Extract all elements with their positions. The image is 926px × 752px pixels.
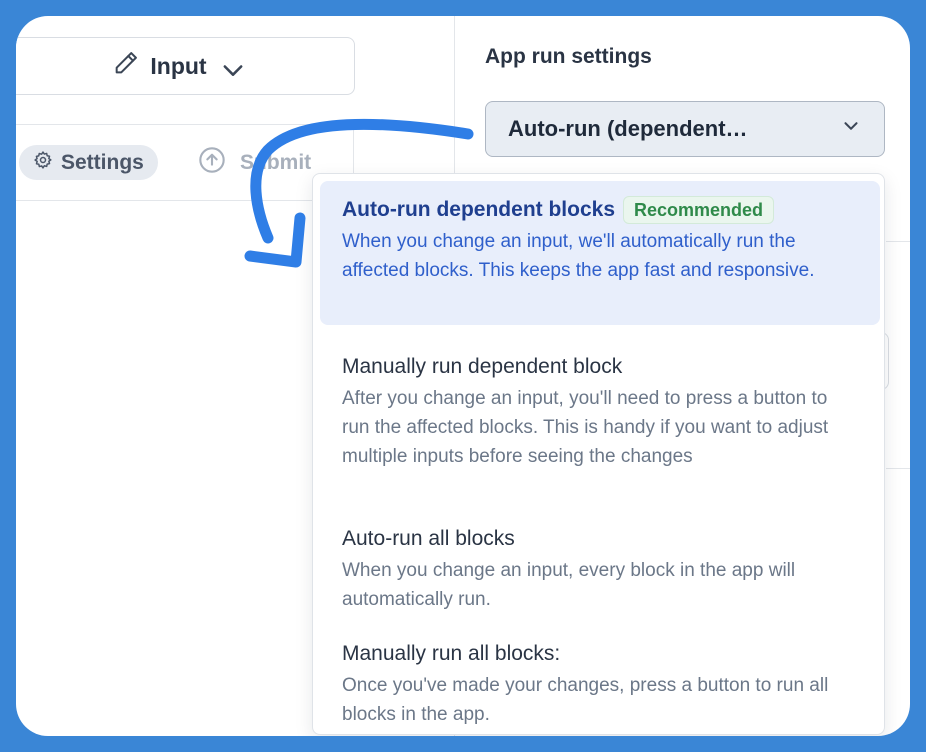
- chevron-down-icon: [840, 115, 862, 143]
- panel-title: App run settings: [485, 45, 652, 68]
- option-title: Auto-run all blocks: [342, 527, 515, 550]
- app-window: Input Settings Submit App run settings A: [16, 16, 910, 736]
- divider: [16, 200, 354, 201]
- tab-settings[interactable]: Settings: [19, 145, 158, 180]
- run-mode-select[interactable]: Auto-run (dependent…: [485, 101, 885, 157]
- option-title: Auto-run dependent blocks: [342, 198, 615, 221]
- option-title: Manually run all blocks:: [342, 642, 561, 665]
- option-auto-run-all[interactable]: Auto-run all blocks When you change an i…: [320, 510, 880, 614]
- option-auto-run-dependent[interactable]: Auto-run dependent blocks Recommended Wh…: [320, 181, 880, 325]
- option-manual-run-all[interactable]: Manually run all blocks: Once you've mad…: [320, 625, 880, 729]
- option-description: When you change an input, every block in…: [342, 560, 796, 610]
- divider: [16, 124, 354, 125]
- gear-icon: [33, 150, 53, 176]
- arrow-up-circle-icon: [198, 146, 226, 180]
- option-description: When you change an input, we'll automati…: [342, 231, 815, 281]
- option-manual-run-dependent[interactable]: Manually run dependent block After you c…: [320, 338, 880, 498]
- tab-submit[interactable]: Submit: [198, 145, 311, 180]
- option-description: After you change an input, you'll need t…: [342, 388, 829, 467]
- run-mode-select-value: Auto-run (dependent…: [508, 116, 748, 141]
- pencil-icon: [112, 49, 140, 83]
- recommended-badge: Recommended: [623, 196, 775, 224]
- tab-settings-label: Settings: [61, 150, 144, 174]
- chevron-down-icon: [219, 56, 243, 76]
- input-button-label: Input: [150, 52, 207, 79]
- divider: [886, 241, 910, 242]
- tab-submit-label: Submit: [240, 150, 312, 174]
- option-description: Once you've made your changes, press a b…: [342, 675, 829, 725]
- run-mode-dropdown-menu: Auto-run dependent blocks Recommended Wh…: [312, 173, 885, 735]
- option-title: Manually run dependent block: [342, 355, 623, 378]
- divider: [886, 468, 910, 469]
- input-block-button[interactable]: Input: [16, 37, 355, 95]
